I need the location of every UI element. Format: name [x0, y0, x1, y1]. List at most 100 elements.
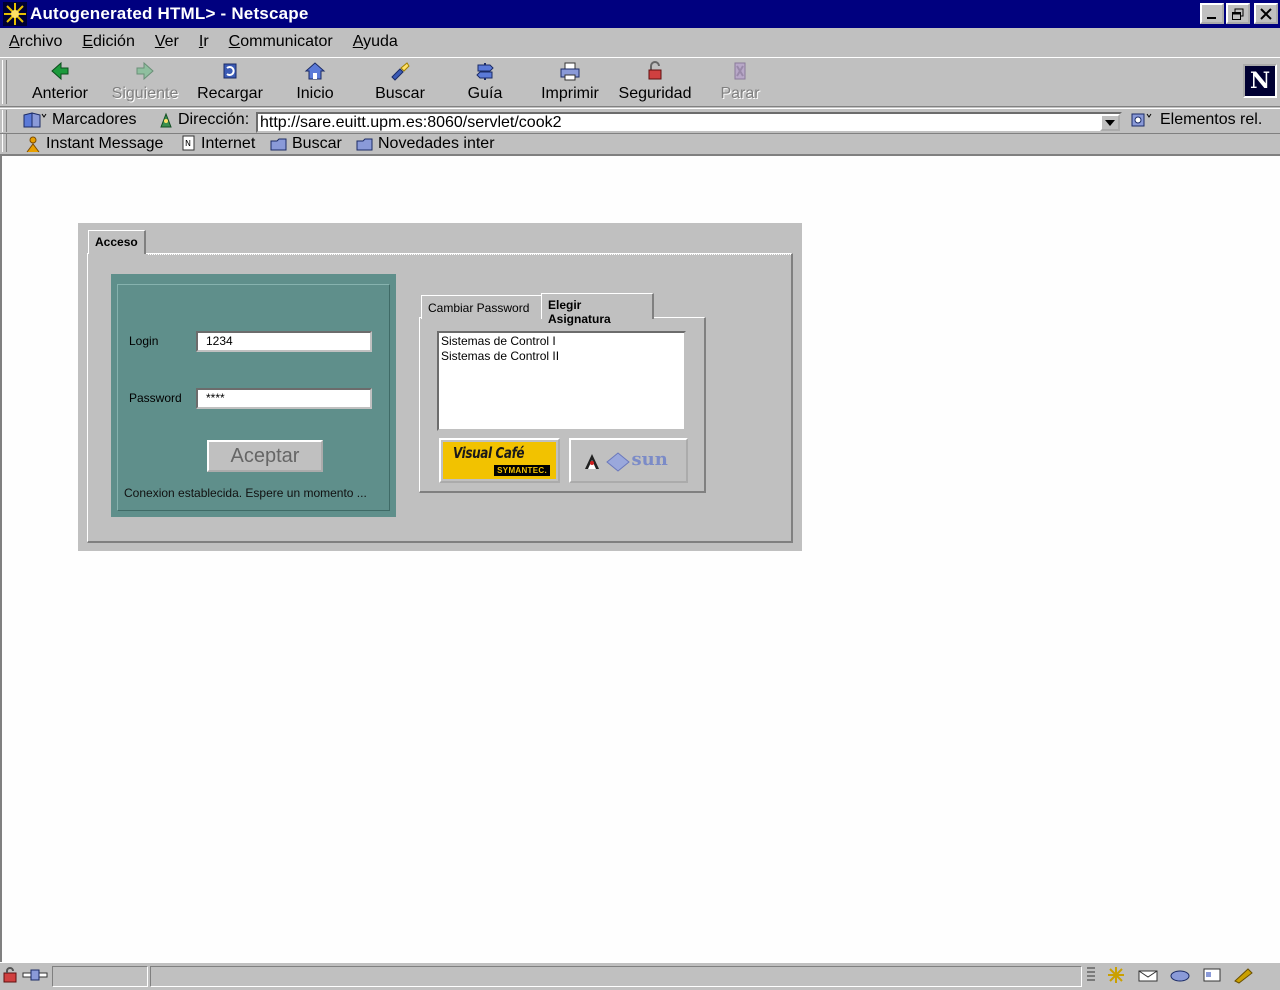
status-text-cell: [150, 966, 1082, 987]
toolbar-grip[interactable]: [2, 110, 7, 132]
related-items-label: Elementos rel.: [1160, 111, 1263, 128]
bookmarks-button[interactable]: Marcadores: [22, 111, 136, 129]
back-label: Anterior: [31, 85, 89, 102]
instant-message-person-icon: [26, 136, 40, 153]
list-item[interactable]: Sistemas de Control I: [441, 334, 682, 349]
connection-plug-icon: [22, 969, 48, 981]
menu-mnemonic: V: [154, 33, 165, 50]
guide-button[interactable]: Guía: [442, 60, 528, 106]
close-window-button[interactable]: [1254, 3, 1278, 24]
connection-status: Conexion establecida. Espere un momento …: [124, 486, 367, 500]
address-label: Dirección:: [178, 111, 250, 128]
menu-label: er: [164, 33, 179, 50]
tab-elegir-asignatura[interactable]: Elegir Asignatura: [541, 293, 654, 326]
restore-button[interactable]: [1226, 3, 1250, 24]
menu-mnemonic: A: [9, 33, 20, 50]
back-button[interactable]: Anterior: [17, 60, 103, 106]
guide-label: Guía: [467, 85, 503, 102]
close-icon: [1260, 7, 1272, 20]
menu-label: dición: [93, 33, 135, 50]
security-lock-icon[interactable]: [2, 967, 18, 983]
forward-arrow-icon: [136, 61, 154, 81]
restore-icon: [1232, 8, 1244, 20]
home-label: Inicio: [296, 85, 334, 102]
sun-diamond-icon: [605, 451, 630, 472]
forward-button[interactable]: Siguiente: [102, 60, 188, 106]
related-items-button[interactable]: Elementos rel.: [1130, 111, 1262, 129]
personal-item-label: Novedades inter: [378, 135, 495, 152]
password-field[interactable]: ****: [196, 388, 372, 409]
tab-cambiar-password[interactable]: Cambiar Password: [421, 295, 541, 319]
login-label: Login: [129, 334, 159, 348]
svg-text:N: N: [185, 139, 191, 148]
menu-communicator[interactable]: Communicator: [229, 33, 333, 51]
navigator-icon[interactable]: [1104, 965, 1128, 985]
search-button[interactable]: Buscar: [357, 60, 443, 106]
reload-icon: [223, 63, 237, 79]
printer-icon: [560, 62, 580, 81]
personal-item-novedades[interactable]: Novedades inter: [356, 135, 495, 153]
component-bar-grip-icon[interactable]: [1086, 965, 1096, 985]
personal-item-label: Buscar: [292, 135, 342, 152]
location-toolbar: Marcadores Dirección: http://sare.euitt.…: [0, 108, 1280, 134]
subject-list[interactable]: Sistemas de Control I Sistemas de Contro…: [437, 331, 686, 431]
minimize-button[interactable]: [1200, 3, 1224, 24]
sun-java-button[interactable]: sun: [569, 438, 688, 483]
url-input[interactable]: http://sare.euitt.upm.es:8060/servlet/co…: [256, 112, 1122, 133]
visual-cafe-button[interactable]: Visual Café SYMANTEC.: [439, 438, 560, 483]
menu-archivo[interactable]: Archivo: [9, 33, 62, 51]
menu-label: rchivo: [19, 33, 63, 50]
composer-icon[interactable]: [1232, 965, 1256, 985]
address-book-icon[interactable]: [1200, 965, 1224, 985]
menu-ayuda[interactable]: Ayuda: [353, 33, 398, 51]
tab-acceso[interactable]: Acceso: [88, 230, 146, 254]
login-panel: Login 1234 Password **** Aceptar Conexio…: [111, 274, 396, 517]
visual-cafe-text: Visual Café: [453, 444, 525, 462]
location-page-icon: [160, 112, 172, 128]
personal-item-label: Instant Message: [46, 135, 164, 152]
menu-ir[interactable]: Ir: [199, 33, 209, 51]
stop-label: Parar: [720, 85, 760, 102]
personal-item-internet[interactable]: N Internet: [181, 135, 255, 153]
security-label: Seguridad: [618, 85, 692, 102]
search-label: Buscar: [375, 85, 425, 102]
list-item[interactable]: Sistemas de Control II: [441, 349, 682, 364]
personal-item-buscar[interactable]: Buscar: [270, 135, 342, 153]
print-button[interactable]: Imprimir: [527, 60, 613, 106]
login-field[interactable]: 1234: [196, 331, 372, 352]
reload-button[interactable]: Recargar: [187, 60, 273, 106]
sun-text: sun: [631, 448, 668, 470]
toolbar-grip[interactable]: [2, 134, 7, 152]
url-history-dropdown[interactable]: [1100, 114, 1120, 131]
toolbar-grip[interactable]: [2, 60, 7, 104]
stop-icon: [734, 62, 746, 80]
status-bar: [0, 962, 1280, 990]
menu-label: yuda: [363, 33, 398, 50]
menu-edicion[interactable]: Edición: [82, 33, 134, 51]
netscape-logo[interactable]: N: [1243, 64, 1277, 98]
personal-item-instant-message[interactable]: Instant Message: [24, 135, 163, 153]
window-title: Autogenerated HTML> - Netscape: [30, 4, 309, 23]
navigation-toolbar: Anterior Siguiente Recargar Inicio Busca…: [0, 57, 1280, 107]
home-icon: [304, 62, 326, 80]
menu-ver[interactable]: Ver: [155, 33, 179, 51]
internet-page-icon: N: [182, 135, 195, 151]
groups-icon[interactable]: [1168, 965, 1192, 985]
menu-mnemonic: A: [352, 33, 364, 50]
accept-button[interactable]: Aceptar: [207, 440, 323, 472]
progress-cell: [52, 966, 148, 987]
mail-icon[interactable]: [1136, 965, 1160, 985]
duke-mascot-icon: [584, 453, 599, 469]
print-label: Imprimir: [541, 85, 599, 102]
title-bar: Autogenerated HTML> - Netscape: [0, 0, 1280, 28]
password-label: Password: [129, 391, 182, 405]
forward-label: Siguiente: [111, 85, 179, 102]
folder-icon: [356, 138, 373, 151]
sun-logo: sun: [574, 443, 684, 479]
stop-button[interactable]: Parar: [697, 60, 783, 106]
menu-bar: Archivo Edición Ver Ir Communicator Ayud…: [0, 28, 1280, 56]
bookmarks-icon: [23, 112, 47, 128]
home-button[interactable]: Inicio: [272, 60, 358, 106]
folder-icon: [270, 138, 287, 151]
security-button[interactable]: Seguridad: [612, 60, 698, 106]
